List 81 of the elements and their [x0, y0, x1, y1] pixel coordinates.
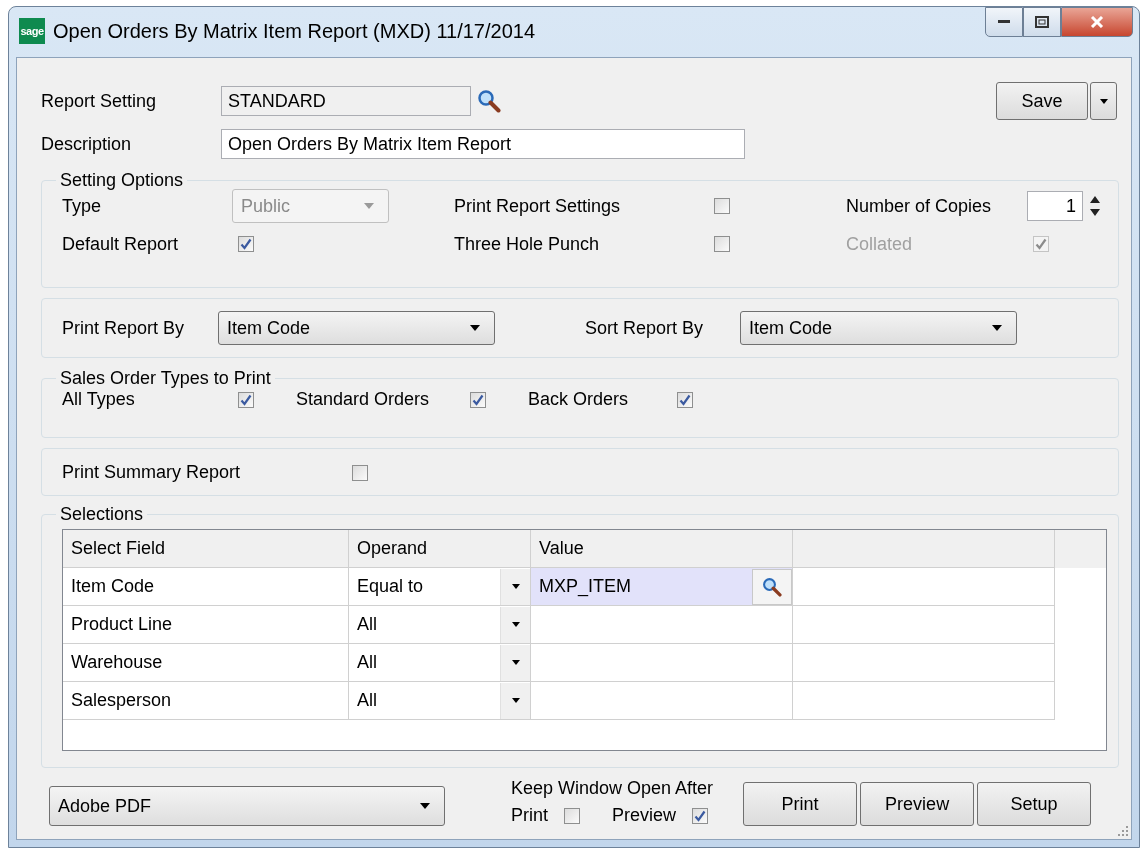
checkbox[interactable] [564, 807, 580, 824]
table-cell-text: All [356, 614, 377, 635]
dropdown[interactable]: Item Code [218, 311, 495, 345]
caret-icon [992, 325, 1002, 331]
action-button[interactable]: Preview [860, 782, 975, 826]
dropdown-button[interactable] [500, 606, 530, 643]
table-cell: Warehouse [63, 644, 349, 682]
action-button[interactable]: Setup [977, 782, 1092, 826]
save-menu-button[interactable] [1090, 82, 1117, 120]
maximize-icon [1035, 16, 1049, 28]
save-button[interactable]: Save [996, 82, 1088, 120]
checkbox-label: Standard Orders [296, 389, 431, 410]
table-cell-text: Equal to [356, 576, 424, 597]
table-cell[interactable] [531, 644, 793, 682]
group-title: Setting Options [59, 170, 185, 191]
logo: sage [19, 18, 45, 44]
action-button[interactable]: Print [743, 782, 858, 826]
checkbox[interactable] [352, 464, 368, 481]
report-setting-field[interactable]: STANDARD [221, 86, 471, 116]
dropdown[interactable]: Adobe PDF [49, 786, 445, 826]
column-header[interactable]: Operand [349, 530, 531, 568]
field-label: Sort Report By [585, 317, 705, 339]
close-icon [1090, 16, 1104, 28]
table-cell-text: All [356, 652, 377, 673]
group-title: Sales Order Types to Print [59, 368, 272, 389]
caret-icon [364, 203, 374, 209]
search-icon [477, 89, 501, 113]
lookup-button[interactable] [752, 568, 792, 605]
resize-grip-icon [1117, 825, 1129, 837]
window-title: Open Orders By Matrix Item Report (MXD) 11/17/2014 [53, 19, 537, 43]
checkbox[interactable] [677, 391, 693, 408]
field-label: Default Report [62, 233, 180, 255]
field-label: Number of Copies [846, 195, 993, 217]
field-label: Description [41, 133, 133, 155]
dropdown[interactable]: Item Code [740, 311, 1017, 345]
table-cell[interactable] [531, 606, 793, 644]
group-label: Keep Window Open After [511, 778, 714, 799]
caret-icon [470, 325, 480, 331]
dropdown-button[interactable] [500, 568, 530, 605]
spinner-arrows-icon [1089, 195, 1101, 217]
checkbox-label: Back Orders [528, 389, 630, 410]
column-header[interactable]: Select Field [63, 530, 349, 568]
field-label: Three Hole Punch [454, 233, 601, 255]
field-label: Type [62, 195, 103, 217]
dropdown-button[interactable] [500, 682, 530, 719]
close-button[interactable] [1061, 7, 1133, 37]
maximize-button[interactable] [1023, 7, 1061, 37]
field-label: Print Report By [62, 317, 186, 339]
checkbox-label: Print Summary Report [62, 462, 242, 483]
table-cell-text: All [356, 690, 377, 711]
field-label: Report Setting [41, 90, 158, 112]
table-cell: Salesperson [63, 682, 349, 720]
field-label: Collated [846, 233, 914, 255]
dropdown-button[interactable] [500, 644, 530, 681]
checkbox[interactable] [692, 807, 709, 824]
minimize-button[interactable] [985, 7, 1023, 37]
table-cell: Product Line [63, 606, 349, 644]
group-title: Selections [59, 504, 145, 525]
checkbox[interactable] [714, 236, 730, 252]
checkbox[interactable] [238, 391, 254, 408]
table-cell[interactable]: MXP_ITEM [531, 568, 793, 606]
minimize-icon [998, 20, 1010, 24]
table-cell: Item Code [63, 568, 349, 606]
checkbox-label: All Types [62, 389, 136, 410]
search-icon [762, 576, 782, 597]
caret-icon [511, 622, 520, 627]
description-field[interactable]: Open Orders By Matrix Item Report [221, 129, 745, 159]
caret-icon [511, 584, 520, 589]
caret-icon [420, 803, 430, 809]
caret-icon [511, 698, 520, 703]
checkbox[interactable] [470, 391, 486, 408]
lookup-button[interactable] [477, 89, 501, 113]
checkbox-label: Print [511, 805, 548, 826]
caret-icon [511, 660, 520, 665]
field-label: Print Report Settings [454, 195, 622, 217]
table-cell[interactable] [531, 682, 793, 720]
checkbox[interactable] [238, 236, 254, 252]
caret-icon [1099, 98, 1108, 104]
copies-field[interactable]: 1 [1027, 191, 1083, 221]
checkbox-label: Preview [612, 805, 677, 826]
checkbox[interactable] [714, 198, 730, 214]
